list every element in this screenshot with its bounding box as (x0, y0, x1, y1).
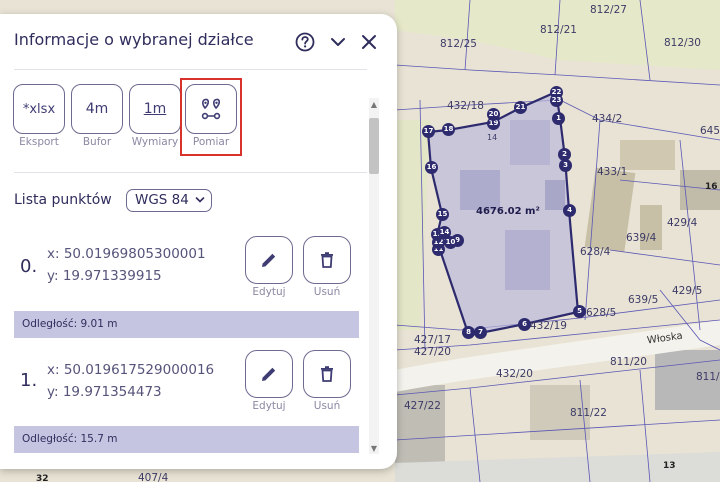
crs-select[interactable]: WGS 84 (126, 189, 212, 212)
trash-icon (321, 366, 333, 382)
vertex-marker[interactable]: 17 (422, 125, 435, 138)
crs-selected-value: WGS 84 (135, 192, 189, 208)
parcel-label: 628/5 (586, 307, 617, 319)
parcel-label: 811/20 (610, 356, 647, 368)
point-y-coord: y: 19.971339915 (47, 268, 162, 284)
building-number: 13 (663, 461, 676, 471)
parcel-label: 434/2 (592, 113, 623, 125)
dimensions-icon: 1m (143, 101, 167, 117)
dimensions-button[interactable]: 1m (129, 84, 181, 134)
dimensions-label: Wymiary (131, 136, 179, 148)
vertex-marker[interactable]: 8 (462, 326, 475, 339)
close-icon[interactable] (358, 31, 380, 53)
area-label: 4676.02 m² (476, 206, 540, 217)
parcel-label: 645 (700, 125, 720, 137)
vertex-marker[interactable]: 7 (474, 326, 487, 339)
parcel-label: 811/22 (570, 407, 607, 419)
vertex-marker[interactable]: 14 (438, 226, 451, 239)
panel-title: Informacje o wybranej działce (14, 30, 254, 49)
distance-bar: Odległość: 9.01 m (14, 311, 359, 338)
point-index: 1. (20, 370, 38, 391)
highlight-box (180, 78, 242, 156)
vertex-marker[interactable]: 18 (442, 123, 455, 136)
parcel-label: 427/20 (414, 346, 451, 358)
export-label: Eksport (19, 136, 59, 148)
scroll-up-arrow-icon[interactable]: ▲ (369, 100, 379, 110)
building-number: 32 (36, 474, 49, 482)
parcel-label: 812/30 (664, 37, 701, 49)
scrollbar-thumb[interactable] (369, 118, 379, 174)
pencil-icon (262, 367, 276, 381)
parcel-label: 628/4 (580, 246, 611, 258)
help-circle-icon[interactable] (294, 31, 316, 53)
delete-label: Usuń (313, 286, 341, 298)
edit-point-button[interactable] (245, 236, 293, 284)
vertex-marker[interactable]: 3 (559, 159, 572, 172)
delete-point-button[interactable] (303, 350, 351, 398)
edit-point-button[interactable] (245, 350, 293, 398)
scroll-down-arrow-icon[interactable]: ▼ (369, 444, 379, 454)
parcel-label: 432/18 (447, 100, 484, 112)
parcel-label: 427/17 (414, 334, 451, 346)
edit-label: Edytuj (252, 286, 286, 298)
parcel-label: 427/22 (404, 400, 441, 412)
vertex-marker[interactable]: 6 (518, 318, 531, 331)
point-x-coord: x: 50.019617529000016 (47, 362, 215, 378)
parcel-label: 432/19 (530, 320, 567, 332)
edit-label: Edytuj (252, 400, 286, 412)
parcel-label: 433/1 (597, 166, 628, 178)
vertex-marker[interactable]: 23 (550, 94, 563, 107)
vertex-marker[interactable]: 15 (436, 208, 449, 221)
parcel-info-panel: Informacje o wybranej działce *xlsx Eksp… (0, 14, 397, 469)
parcel-label: 429/5 (672, 285, 703, 297)
divider (14, 172, 367, 173)
parcel-label: 812/25 (440, 38, 477, 50)
distance-bar: Odległość: 15.7 m (14, 426, 359, 453)
parcel-label: 429/4 (667, 217, 698, 229)
chevron-down-icon[interactable] (327, 31, 349, 53)
building-number: 16 (705, 182, 718, 192)
parcel-label: 812/27 (590, 4, 627, 16)
delete-point-button[interactable] (303, 236, 351, 284)
divider (14, 69, 367, 70)
pencil-icon (262, 253, 276, 267)
parcel-label: 811/2 (696, 371, 720, 383)
buffer-icon: 4m (85, 101, 109, 117)
vertex-marker[interactable]: 16 (425, 161, 438, 174)
vertex-marker[interactable]: 1 (552, 112, 565, 125)
parcel-label: 639/4 (626, 232, 657, 244)
buffer-button[interactable]: 4m (71, 84, 123, 134)
xlsx-icon: *xlsx (22, 101, 56, 117)
point-index: 0. (20, 256, 38, 277)
trash-icon (321, 252, 333, 268)
export-xlsx-button[interactable]: *xlsx (13, 84, 65, 134)
point-y-coord: y: 19.971354473 (47, 384, 162, 400)
points-list-label: Lista punktów (14, 192, 112, 208)
vertex-marker[interactable]: 20 (487, 108, 500, 121)
buffer-label: Bufor (82, 136, 112, 148)
parcel-label: 407/4 (138, 472, 169, 482)
parcel-label: 812/21 (540, 24, 577, 36)
parcel-label: 639/5 (628, 294, 659, 306)
chevron-down-icon (195, 197, 205, 203)
parcel-label: 14 (487, 133, 498, 142)
vertex-marker[interactable]: 5 (573, 305, 586, 318)
vertex-marker[interactable]: 4 (563, 204, 576, 217)
point-x-coord: x: 50.01969805300001 (47, 246, 206, 262)
delete-label: Usuń (313, 400, 341, 412)
vertex-marker[interactable]: 21 (514, 101, 527, 114)
parcel-label: 432/20 (496, 368, 533, 380)
